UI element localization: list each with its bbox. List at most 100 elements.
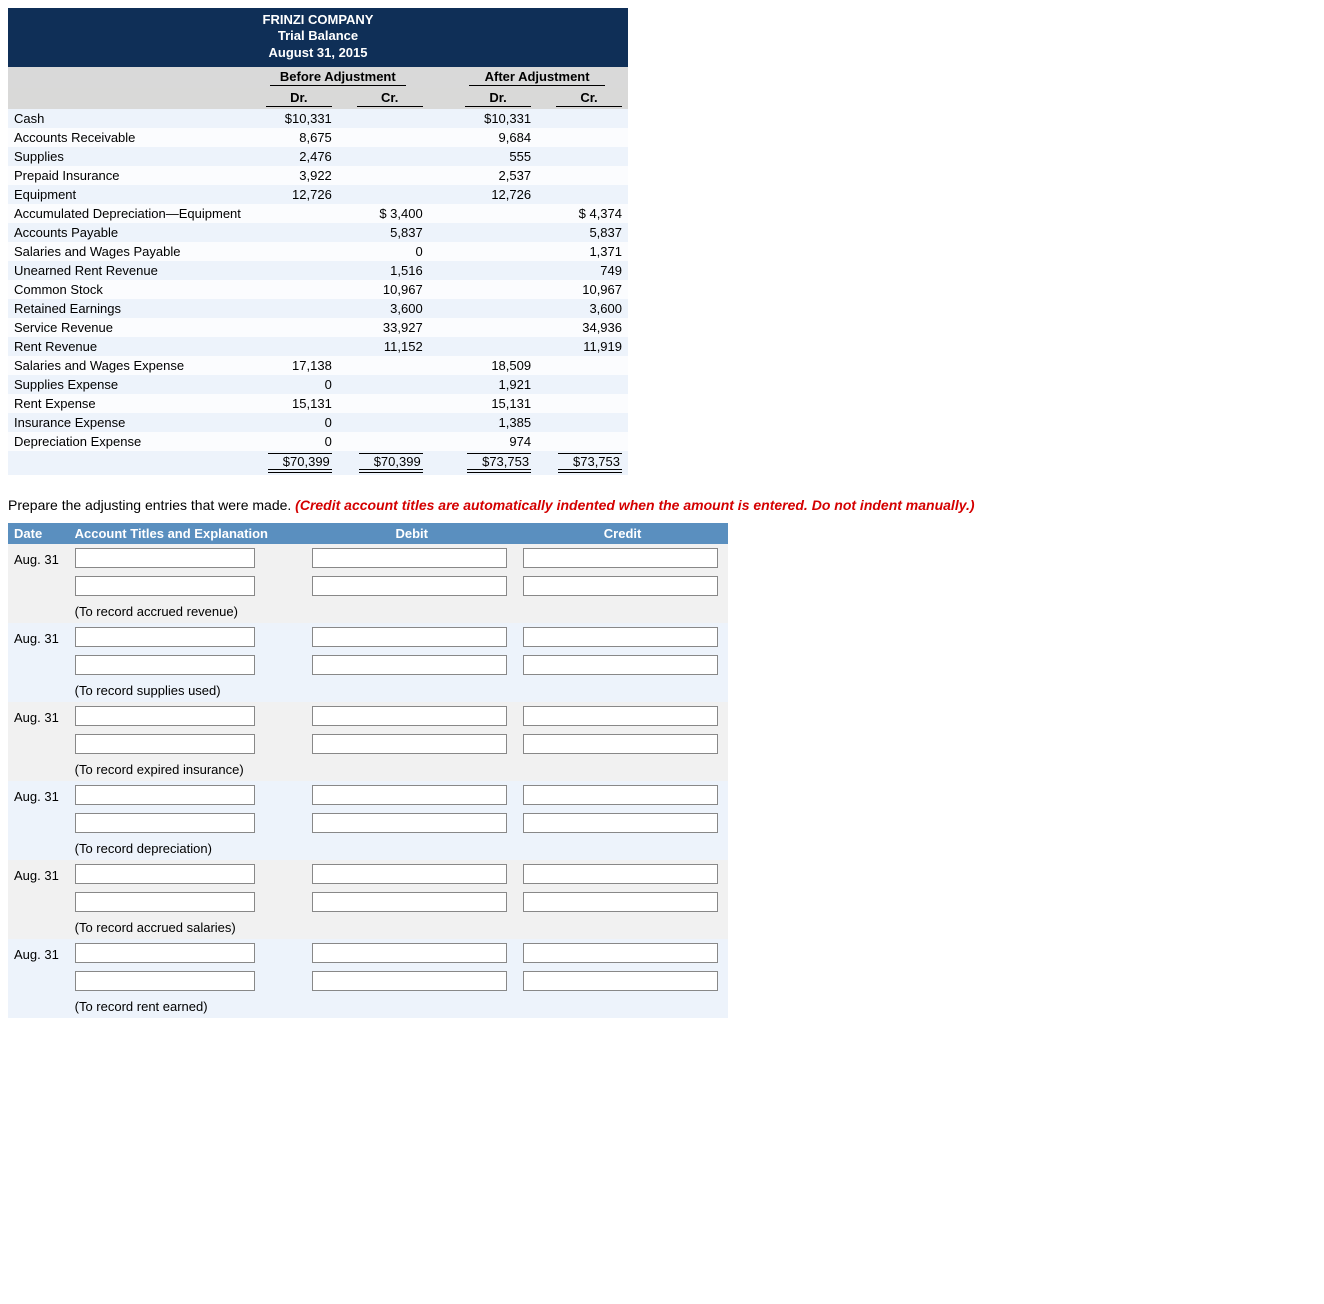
account-title-input[interactable] [75,892,255,912]
debit-input[interactable] [312,734,507,754]
table-row: Rent Revenue11,15211,919 [8,337,628,356]
journal-header-row: Date Account Titles and Explanation Debi… [8,523,728,544]
before-cr-header: Cr. [357,90,423,107]
account-name: Service Revenue [8,318,247,337]
after-dr-value: 555 [446,147,537,166]
debit-input[interactable] [312,892,507,912]
account-title-input[interactable] [75,576,255,596]
table-row: Depreciation Expense0974 [8,432,628,451]
after-dr-value [446,280,537,299]
table-row: Common Stock10,96710,967 [8,280,628,299]
account-title-input[interactable] [75,548,255,568]
debit-input[interactable] [312,813,507,833]
before-dr-value: 15,131 [247,394,338,413]
account-title-input[interactable] [75,734,255,754]
debit-input[interactable] [312,706,507,726]
before-dr-value: 0 [247,375,338,394]
before-dr-value: 12,726 [247,185,338,204]
after-dr-value [446,242,537,261]
table-row: Cash$10,331$10,331 [8,109,628,128]
account-title-input[interactable] [75,971,255,991]
account-title-input[interactable] [75,785,255,805]
after-cr-value: 10,967 [537,280,628,299]
credit-input[interactable] [523,706,718,726]
after-dr-value [446,223,537,242]
journal-entry-table: Date Account Titles and Explanation Debi… [8,523,728,1018]
before-cr-value [338,109,429,128]
trial-balance-header: FRINZI COMPANY Trial Balance August 31, … [8,8,628,67]
debit-input[interactable] [312,971,507,991]
after-cr-value [537,109,628,128]
account-name: Cash [8,109,247,128]
account-title-input[interactable] [75,627,255,647]
journal-row [8,809,728,837]
before-cr-value [338,413,429,432]
account-name: Salaries and Wages Expense [8,356,247,375]
after-cr-header: Cr. [556,90,622,107]
account-name: Depreciation Expense [8,432,247,451]
journal-explanation-row: (To record supplies used) [8,679,728,702]
journal-row [8,888,728,916]
journal-row: Aug. 31 [8,781,728,809]
credit-input[interactable] [523,655,718,675]
credit-input[interactable] [523,734,718,754]
table-row: Insurance Expense01,385 [8,413,628,432]
credit-input[interactable] [523,864,718,884]
before-dr-value [247,223,338,242]
after-dr-value: 1,921 [446,375,537,394]
debit-input[interactable] [312,785,507,805]
account-name: Rent Expense [8,394,247,413]
account-title-input[interactable] [75,706,255,726]
before-dr-value [247,204,338,223]
trial-balance-table: Before Adjustment After Adjustment Dr. C… [8,67,628,475]
before-cr-value [338,128,429,147]
table-row: Supplies2,476555 [8,147,628,166]
after-dr-value [446,337,537,356]
journal-explanation-row: (To record expired insurance) [8,758,728,781]
account-name: Retained Earnings [8,299,247,318]
entry-date: Aug. 31 [8,623,69,651]
account-title-input[interactable] [75,813,255,833]
account-title-input[interactable] [75,864,255,884]
table-row: Equipment12,72612,726 [8,185,628,204]
debit-input[interactable] [312,943,507,963]
debit-input[interactable] [312,576,507,596]
account-title-input[interactable] [75,943,255,963]
debit-input[interactable] [312,548,507,568]
after-dr-header: Dr. [465,90,531,107]
group-header-row: Before Adjustment After Adjustment [8,67,628,88]
credit-input[interactable] [523,943,718,963]
table-row: Retained Earnings3,6003,600 [8,299,628,318]
credit-input[interactable] [523,813,718,833]
credit-input[interactable] [523,971,718,991]
after-dr-value: 18,509 [446,356,537,375]
debit-input[interactable] [312,864,507,884]
before-dr-header: Dr. [266,90,332,107]
entry-date: Aug. 31 [8,781,69,809]
instruction-hint: (Credit account titles are automatically… [295,497,974,513]
credit-input[interactable] [523,576,718,596]
credit-input[interactable] [523,785,718,805]
after-dr-value [446,299,537,318]
before-cr-value: 3,600 [338,299,429,318]
before-cr-value: 11,152 [338,337,429,356]
credit-input[interactable] [523,627,718,647]
after-cr-value: 749 [537,261,628,280]
debit-input[interactable] [312,655,507,675]
account-name: Accumulated Depreciation—Equipment [8,204,247,223]
account-name: Salaries and Wages Payable [8,242,247,261]
table-row: Accounts Payable5,8375,837 [8,223,628,242]
before-dr-value [247,318,338,337]
entry-explanation: (To record rent earned) [69,995,728,1018]
after-dr-value: 2,537 [446,166,537,185]
table-row: Prepaid Insurance3,9222,537 [8,166,628,185]
debit-input[interactable] [312,627,507,647]
before-dr-value: 0 [247,413,338,432]
table-row: Supplies Expense01,921 [8,375,628,394]
before-cr-value [338,166,429,185]
account-name: Prepaid Insurance [8,166,247,185]
journal-explanation-row: (To record depreciation) [8,837,728,860]
credit-input[interactable] [523,548,718,568]
account-title-input[interactable] [75,655,255,675]
credit-input[interactable] [523,892,718,912]
